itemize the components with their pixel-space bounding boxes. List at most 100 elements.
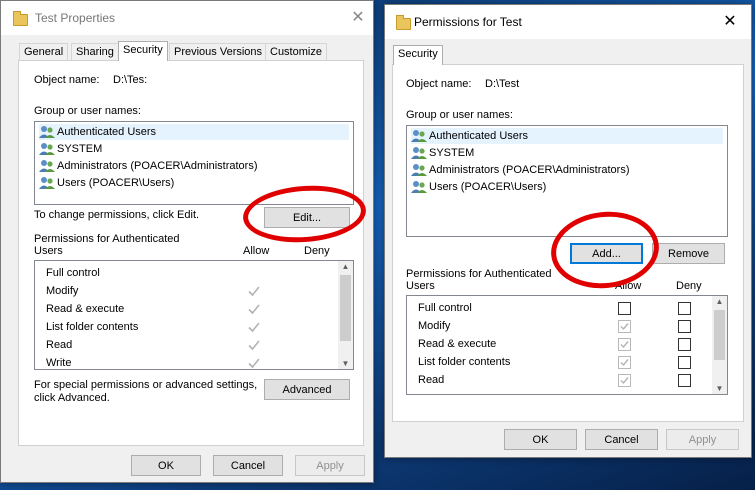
permissions-window: Permissions for Test ✕ Security Object n…	[384, 4, 752, 458]
permission-row: List folder contents	[35, 318, 335, 336]
permission-row: Modify	[407, 317, 709, 335]
folder-icon	[396, 15, 411, 30]
dialog-body: Security Object name: D:\Test Group or u…	[385, 39, 751, 457]
checkmark-icon	[246, 355, 262, 369]
users-icon	[411, 181, 427, 193]
scroll-up-icon[interactable]: ▲	[712, 297, 727, 306]
change-permissions-text: To change permissions, click Edit.	[34, 209, 200, 221]
scroll-down-icon[interactable]: ▼	[712, 384, 727, 393]
permission-row: Full control	[407, 299, 709, 317]
close-icon[interactable]: ✕	[722, 14, 738, 30]
user-name: Administrators (POACER\Administrators)	[429, 164, 630, 176]
scrollbar[interactable]: ▲ ▼	[712, 296, 727, 394]
deny-checkbox[interactable]	[678, 302, 691, 315]
users-icon	[411, 164, 427, 176]
permission-name: Full control	[418, 302, 472, 314]
user-name: Administrators (POACER\Administrators)	[57, 160, 258, 172]
tab-customize[interactable]: Customize	[265, 43, 327, 61]
permission-name: List folder contents	[418, 356, 511, 368]
users-icon	[411, 130, 427, 142]
close-icon[interactable]: ✕	[350, 10, 366, 26]
deny-checkbox[interactable]	[678, 356, 691, 369]
permission-row: Modify	[35, 282, 335, 300]
permissions-label-line2: Users	[34, 245, 63, 257]
object-name-value: D:\Test	[485, 78, 520, 90]
remove-button[interactable]: Remove	[652, 243, 725, 264]
tab-security[interactable]: Security	[393, 45, 443, 65]
checkmark-icon	[246, 319, 262, 335]
ok-button[interactable]: OK	[504, 429, 577, 450]
allow-checkbox[interactable]	[618, 320, 631, 333]
special-permissions-text-line2: click Advanced.	[34, 392, 110, 404]
tab-sharing[interactable]: Sharing	[71, 43, 119, 61]
scroll-thumb[interactable]	[340, 275, 351, 341]
permission-row: Write	[35, 354, 335, 369]
permission-name: Full control	[46, 267, 100, 279]
group-label: Group or user names:	[34, 105, 141, 117]
window-title: Permissions for Test	[414, 15, 522, 29]
special-permissions-text-line1: For special permissions or advanced sett…	[34, 379, 258, 391]
title-bar[interactable]: Permissions for Test ✕	[385, 5, 751, 39]
permission-name: Read	[46, 339, 73, 351]
users-list[interactable]: Authenticated Users SYSTEM Administrator…	[34, 121, 354, 205]
users-icon	[411, 147, 427, 159]
permission-name: Modify	[46, 285, 79, 297]
permissions-label-line2: Users	[406, 280, 435, 292]
users-icon	[39, 160, 55, 172]
permission-row: Read & execute	[407, 335, 709, 353]
title-bar[interactable]: Test Properties ✕	[1, 1, 373, 35]
user-item[interactable]: Authenticated Users	[39, 124, 349, 140]
user-name: Authenticated Users	[429, 130, 529, 142]
advanced-button[interactable]: Advanced	[264, 379, 350, 400]
allow-header: Allow	[615, 280, 642, 292]
apply-button[interactable]: Apply	[295, 455, 365, 476]
deny-checkbox[interactable]	[678, 374, 691, 387]
users-list[interactable]: Authenticated Users SYSTEM Administrator…	[406, 125, 728, 237]
cancel-button[interactable]: Cancel	[585, 429, 658, 450]
tab-previous-versions[interactable]: Previous Versions	[169, 43, 268, 61]
checkmark-icon	[246, 283, 262, 299]
permission-row: Read	[35, 336, 335, 354]
cancel-button[interactable]: Cancel	[213, 455, 283, 476]
deny-checkbox[interactable]	[678, 320, 691, 333]
tab-general[interactable]: General	[19, 43, 69, 61]
add-button[interactable]: Add...	[570, 243, 643, 264]
allow-checkbox[interactable]	[618, 338, 631, 351]
checkmark-icon	[246, 301, 262, 317]
users-icon	[39, 177, 55, 189]
scroll-thumb[interactable]	[714, 310, 725, 360]
permission-row: List folder contents	[407, 353, 709, 371]
scrollbar[interactable]: ▲ ▼	[338, 261, 353, 369]
permission-row: Read & execute	[35, 300, 335, 318]
allow-checkbox[interactable]	[618, 302, 631, 315]
permission-name: Write	[46, 357, 72, 369]
permissions-label-line1: Permissions for Authenticated	[34, 233, 180, 245]
scroll-up-icon[interactable]: ▲	[338, 262, 353, 271]
permission-name: List folder contents	[46, 321, 139, 333]
user-name: Users (POACER\Users)	[57, 177, 175, 189]
user-name: SYSTEM	[57, 143, 103, 155]
user-name: Users (POACER\Users)	[429, 181, 547, 193]
deny-header: Deny	[304, 245, 330, 257]
allow-checkbox[interactable]	[618, 356, 631, 369]
deny-checkbox[interactable]	[678, 338, 691, 351]
permissions-list[interactable]: ▲ ▼ Full control Modify Read & execute List…	[406, 295, 728, 395]
scroll-down-icon[interactable]: ▼	[338, 359, 353, 368]
test-properties-window: Test Properties ✕ General Sharing Securi…	[0, 0, 374, 483]
permissions-list[interactable]: ▲ ▼ Full control Modify Read & execute List…	[34, 260, 354, 370]
apply-button[interactable]: Apply	[666, 429, 739, 450]
ok-button[interactable]: OK	[131, 455, 201, 476]
allow-checkbox[interactable]	[618, 374, 631, 387]
security-panel: Object name: D:\Tes: Group or user names…	[18, 60, 364, 446]
checkmark-icon	[246, 337, 262, 353]
user-name: Authenticated Users	[57, 126, 157, 138]
permissions-label-line1: Permissions for Authenticated	[406, 268, 552, 280]
edit-button[interactable]: Edit...	[264, 207, 350, 228]
permission-name: Read & execute	[46, 303, 125, 315]
tab-security[interactable]: Security	[118, 41, 168, 61]
dialog-body: General Sharing Security Previous Versio…	[1, 35, 373, 482]
users-icon	[39, 126, 55, 138]
object-name-label: Object name:	[34, 74, 100, 86]
user-item[interactable]: Authenticated Users	[411, 128, 723, 144]
permission-name: Read & execute	[418, 338, 497, 350]
